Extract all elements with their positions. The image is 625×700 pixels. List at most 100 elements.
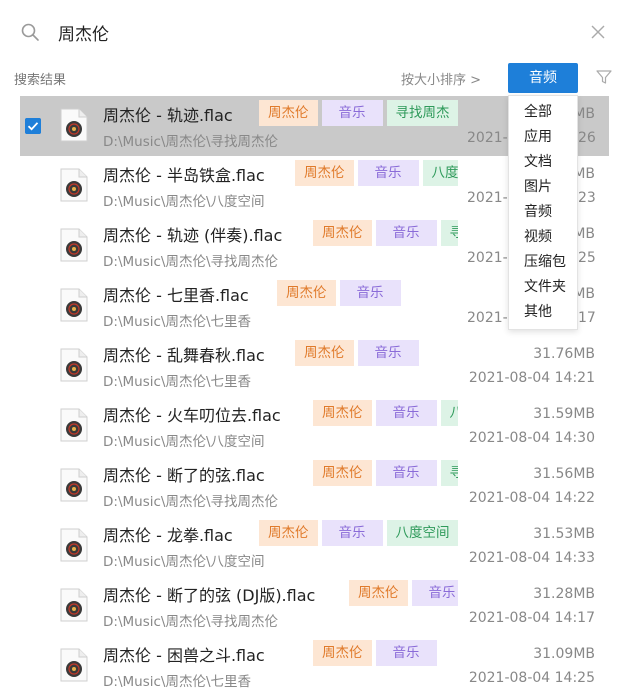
tag-group: 周杰伦音乐寻找 xyxy=(313,460,458,486)
tag-album[interactable]: 八 xyxy=(440,400,458,426)
file-date: 2021- 17 xyxy=(467,310,596,326)
type-dropdown: 全部 应用 文档 图片 音频 视频 压缩包 文件夹 其他 xyxy=(508,95,578,330)
tag-kind[interactable]: 音乐 xyxy=(321,100,383,126)
dropdown-item[interactable]: 文档 xyxy=(509,150,577,175)
dropdown-item[interactable]: 其他 xyxy=(509,300,577,325)
file-name: 周杰伦 - 龙拳.flac xyxy=(103,526,233,545)
tag-kind[interactable]: 音乐 xyxy=(411,580,458,606)
tag-group: 周杰伦 音乐 xyxy=(349,580,458,606)
tag-album[interactable]: 八度空间 xyxy=(386,520,458,546)
tag-album[interactable]: 寻 xyxy=(440,220,458,246)
music-file-icon xyxy=(60,528,88,562)
tag-kind[interactable]: 音乐 xyxy=(321,520,383,546)
music-file-icon xyxy=(60,648,88,682)
tag-group: 周杰伦 音乐八 xyxy=(313,400,458,426)
file-path: D:\Music\周杰伦\八度空间 xyxy=(103,554,265,570)
file-date-tail: 25 xyxy=(578,250,596,266)
tag-album[interactable]: 寻找周杰 xyxy=(386,100,458,126)
file-path: D:\Music\周杰伦\七里香 xyxy=(103,674,251,690)
file-path: D:\Music\周杰伦\寻找周杰伦 xyxy=(103,614,278,630)
search-bar xyxy=(0,0,625,64)
dropdown-item[interactable]: 图片 xyxy=(509,175,577,200)
tag-kind[interactable]: 音乐 xyxy=(375,640,437,666)
file-date: 2021-08-04 14:22 xyxy=(468,490,595,506)
file-date: 2021-08-04 14:33 xyxy=(468,550,595,566)
tag-group: 周杰伦 音乐 八度空间 xyxy=(259,520,458,546)
file-date: 2021- 25 xyxy=(467,250,596,266)
tag-kind[interactable]: 音乐 xyxy=(357,340,419,366)
tag-kind[interactable]: 音乐 xyxy=(357,160,419,186)
file-name: 周杰伦 - 火车叨位去.flac xyxy=(103,406,281,425)
file-date: 2021-08-04 14:25 xyxy=(468,670,595,686)
sort-button[interactable]: 按大小排序 > xyxy=(401,69,481,88)
tag-artist[interactable]: 周杰伦 xyxy=(259,520,318,546)
tag-artist[interactable]: 周杰伦 xyxy=(349,580,408,606)
dropdown-item[interactable]: 压缩包 xyxy=(509,250,577,275)
file-name: 周杰伦 - 轨迹.flac xyxy=(103,106,233,125)
tag-artist[interactable]: 周杰伦 xyxy=(277,280,336,306)
result-row[interactable]: 周杰伦 - 断了的弦 (DJ版).flac D:\Music\周杰伦\寻找周杰伦 周… xyxy=(20,576,609,636)
file-path: D:\Music\周杰伦\八度空间 xyxy=(103,434,265,450)
tag-group: 周杰伦 音乐 八度 xyxy=(295,160,458,186)
tag-group: 周杰伦 音乐 xyxy=(277,280,458,306)
dropdown-item[interactable]: 应用 xyxy=(509,125,577,150)
music-file-icon xyxy=(60,108,88,142)
music-file-icon xyxy=(60,408,88,442)
tag-album[interactable]: 寻找 xyxy=(440,460,458,486)
file-name: 周杰伦 - 乱舞春秋.flac xyxy=(103,346,265,365)
result-row[interactable]: 周杰伦 - 断了的弦.flac D:\Music\周杰伦\寻找周杰伦 周杰伦音乐寻找… xyxy=(20,456,609,516)
results-label: 搜索结果 xyxy=(14,73,67,88)
tag-kind[interactable]: 音乐 xyxy=(339,280,401,306)
file-size: 31.28MB xyxy=(533,586,595,602)
close-icon[interactable] xyxy=(589,23,607,41)
tag-artist[interactable]: 周杰伦 xyxy=(295,340,354,366)
result-row[interactable]: 周杰伦 - 乱舞春秋.flac D:\Music\周杰伦\七里香 周杰伦 音乐 31.7… xyxy=(20,336,609,396)
music-file-icon xyxy=(60,228,88,262)
result-row[interactable]: 周杰伦 - 困兽之斗.flac D:\Music\周杰伦\七里香 周杰伦 音乐 31.0… xyxy=(20,636,609,696)
tag-kind[interactable]: 音乐 xyxy=(375,220,437,246)
tag-artist[interactable]: 周杰伦 xyxy=(313,220,372,246)
file-date: 2021- 23 xyxy=(467,190,596,206)
file-path: D:\Music\周杰伦\七里香 xyxy=(103,374,251,390)
dropdown-item[interactable]: 全部 xyxy=(509,100,577,125)
tag-artist[interactable]: 周杰伦 xyxy=(313,640,372,666)
result-row[interactable]: 周杰伦 - 火车叨位去.flac D:\Music\周杰伦\八度空间 周杰伦 音乐八 3… xyxy=(20,396,609,456)
tag-artist[interactable]: 周杰伦 xyxy=(313,400,372,426)
file-date: 2021-08-04 14:21 xyxy=(468,370,595,386)
result-row[interactable]: 周杰伦 - 龙拳.flac D:\Music\周杰伦\八度空间 周杰伦 音乐 八度空间 3… xyxy=(20,516,609,576)
file-date-tail: 26 xyxy=(578,130,596,146)
file-size: 31.59MB xyxy=(533,406,595,422)
tag-album[interactable]: 八度 xyxy=(422,160,458,186)
tag-group: 周杰伦 音乐 寻找周杰 xyxy=(259,100,458,126)
dropdown-item[interactable]: 文件夹 xyxy=(509,275,577,300)
file-path: D:\Music\周杰伦\寻找周杰伦 xyxy=(103,254,278,270)
tag-group: 周杰伦 音乐寻 xyxy=(313,220,458,246)
dropdown-item[interactable]: 音频 xyxy=(509,200,577,225)
tag-artist[interactable]: 周杰伦 xyxy=(259,100,318,126)
file-date-tail: 17 xyxy=(578,310,596,326)
file-path: D:\Music\周杰伦\七里香 xyxy=(103,314,251,330)
music-file-icon xyxy=(60,168,88,202)
filter-icon[interactable] xyxy=(596,69,612,85)
type-filter-button[interactable]: 音频 xyxy=(508,63,578,93)
file-size: 31.53MB xyxy=(533,526,595,542)
file-date: 2021- 26 xyxy=(467,130,596,146)
music-file-icon xyxy=(60,468,88,502)
tag-group: 周杰伦 音乐 xyxy=(313,640,458,666)
file-name: 周杰伦 - 轨迹 (伴奏).flac xyxy=(103,226,283,245)
dropdown-item[interactable]: 视频 xyxy=(509,225,577,250)
tag-kind[interactable]: 音乐 xyxy=(375,400,437,426)
tag-artist[interactable]: 周杰伦 xyxy=(313,460,372,486)
file-name: 周杰伦 - 断了的弦 (DJ版).flac xyxy=(103,586,316,605)
music-file-icon xyxy=(60,588,88,622)
checkbox-checked-icon[interactable] xyxy=(25,118,41,134)
search-input[interactable] xyxy=(58,16,538,48)
file-size: 31.76MB xyxy=(533,346,595,362)
tag-kind[interactable]: 音乐 xyxy=(375,460,437,486)
file-path: D:\Music\周杰伦\八度空间 xyxy=(103,194,265,210)
file-date: 2021-08-04 14:17 xyxy=(468,610,595,626)
file-name: 周杰伦 - 断了的弦.flac xyxy=(103,466,265,485)
tag-group: 周杰伦 音乐 xyxy=(295,340,458,366)
tag-artist[interactable]: 周杰伦 xyxy=(295,160,354,186)
file-date-tail: 23 xyxy=(578,190,596,206)
